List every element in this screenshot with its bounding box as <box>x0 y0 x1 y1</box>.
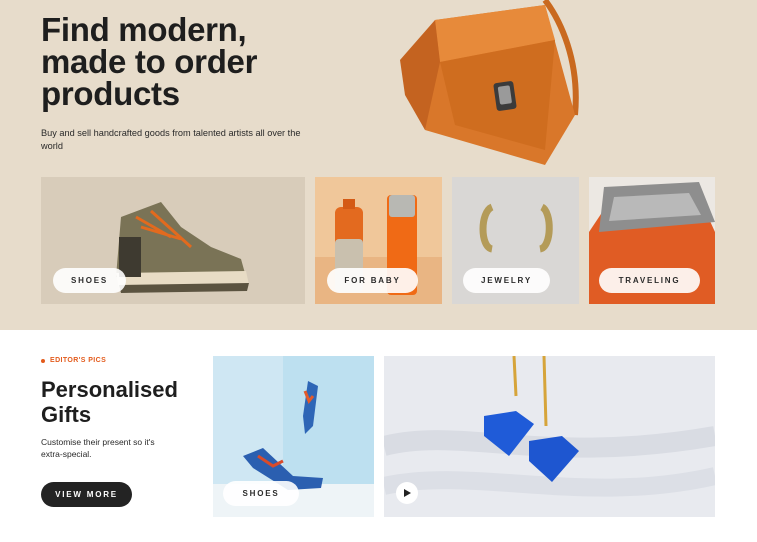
section-title-line: Gifts <box>41 402 92 427</box>
handbag-image <box>400 0 579 165</box>
view-more-label: VIEW MORE <box>55 490 118 499</box>
editors-label-text: EDITOR'S PICS <box>50 357 107 364</box>
earring-photo <box>384 356 715 517</box>
editors-pick-pill[interactable]: SHOES <box>223 481 299 506</box>
hero-title-line: Find modern, <box>41 11 247 48</box>
category-pill-traveling[interactable]: TRAVELING <box>599 268 700 293</box>
category-label: SHOES <box>70 276 108 285</box>
hero-title-line: products <box>41 75 180 112</box>
section-description: Customise their present so it's extra-sp… <box>41 437 155 459</box>
hero-subtitle: Buy and sell handcrafted goods from tale… <box>41 128 301 151</box>
category-pill-shoes[interactable]: SHOES <box>53 268 126 293</box>
play-icon <box>404 489 411 497</box>
category-pill-jewelry[interactable]: JEWELRY <box>463 268 550 293</box>
hero-title-line: made to order <box>41 43 258 80</box>
section-title-line: Personalised <box>41 377 178 402</box>
editors-pick-video[interactable] <box>384 356 715 517</box>
editors-label: EDITOR'S PICS <box>41 357 106 364</box>
section-title: Personalised Gifts <box>41 377 211 427</box>
category-label: TRAVELING <box>618 276 681 285</box>
category-label: FOR BABY <box>344 276 401 285</box>
hero-title: Find modern, made to order products <box>41 11 341 112</box>
play-button[interactable] <box>396 482 418 504</box>
hero-section: Find modern, made to order products Buy … <box>0 0 757 330</box>
category-label: JEWELRY <box>481 276 532 285</box>
dot-icon <box>41 358 45 363</box>
editors-pick-label: SHOES <box>242 489 280 498</box>
category-pill-for-baby[interactable]: FOR BABY <box>327 268 418 293</box>
view-more-button[interactable]: VIEW MORE <box>41 482 132 507</box>
